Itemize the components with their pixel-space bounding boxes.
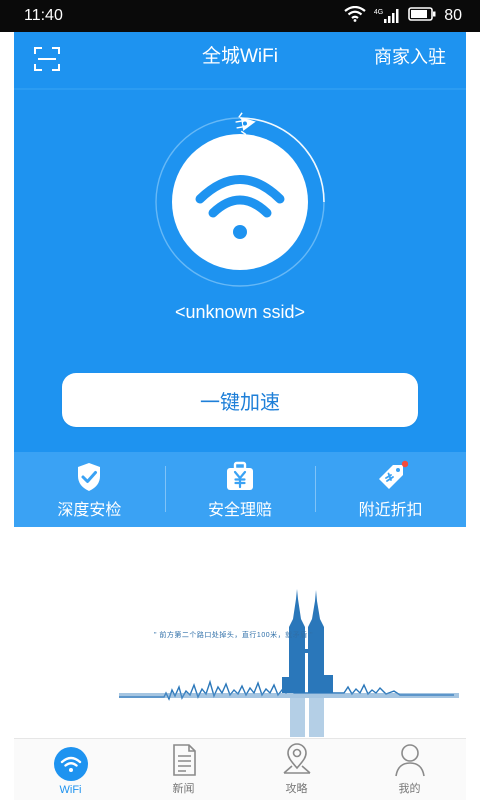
feature-label: 安全理赔 bbox=[208, 501, 273, 519]
status-time: 11:40 bbox=[24, 7, 63, 24]
tab-label: 我的 bbox=[398, 783, 421, 795]
twin-towers bbox=[282, 589, 333, 693]
status-icons: 4G 80 bbox=[344, 5, 462, 27]
feature-label: 附近折扣 bbox=[358, 501, 423, 519]
feature-insurance[interactable]: 安全理赔 bbox=[164, 452, 316, 527]
app-screen: 全城WiFi 商家入驻 <unknown ssid> 一键加速 深度安检 安全理… bbox=[14, 32, 466, 800]
tab-news[interactable]: 新闻 bbox=[127, 739, 240, 800]
network-type: 4G bbox=[373, 9, 384, 16]
banner-quote: " 前方第二个路口处掉头，直行100米，就矛盾 " bbox=[154, 632, 314, 639]
battery-level: 80 bbox=[444, 7, 462, 24]
top-bar: 全城WiFi 商家入驻 bbox=[14, 32, 466, 88]
bottom-tab-bar: WiFi 新闻 攻略 我的 bbox=[14, 738, 466, 800]
tab-guide[interactable]: 攻略 bbox=[240, 739, 353, 800]
cell-signal-icon: 4G bbox=[374, 9, 400, 23]
merchant-join-link[interactable]: 商家入驻 bbox=[374, 32, 446, 88]
tab-wifi[interactable]: WiFi bbox=[14, 739, 127, 800]
scan-icon[interactable] bbox=[32, 44, 62, 74]
wifi-icon bbox=[53, 746, 89, 782]
wifi-hero-panel: 全城WiFi 商家入驻 <unknown ssid> 一键加速 深度安检 安全理… bbox=[14, 32, 466, 527]
header-divider bbox=[14, 88, 466, 90]
city-skyline-banner[interactable]: " 前方第二个路口处掉头，直行100米，就矛盾 " bbox=[14, 527, 466, 737]
feature-deep-scan[interactable]: 深度安检 bbox=[14, 452, 165, 527]
wifi-connect-ring[interactable] bbox=[150, 102, 330, 292]
person-icon bbox=[392, 742, 428, 778]
tab-label: 攻略 bbox=[285, 783, 308, 795]
tab-label: 新闻 bbox=[172, 783, 195, 795]
location-pin-icon bbox=[279, 742, 315, 778]
feature-bar: 深度安检 安全理赔 附近折扣 bbox=[14, 452, 466, 527]
status-bar: 11:40 4G 80 bbox=[0, 0, 480, 32]
battery-icon bbox=[408, 6, 436, 26]
tab-label: WiFi bbox=[59, 784, 82, 796]
one-key-boost-button[interactable]: 一键加速 bbox=[62, 373, 418, 427]
rocket-icon bbox=[235, 112, 256, 136]
discount-tag-icon bbox=[374, 460, 408, 494]
wifi-signal-icon bbox=[344, 5, 366, 27]
feature-label: 深度安检 bbox=[57, 501, 122, 519]
wifi-ssid: <unknown ssid> bbox=[174, 302, 306, 322]
tab-me[interactable]: 我的 bbox=[353, 739, 466, 800]
shield-check-icon bbox=[72, 460, 106, 494]
news-document-icon bbox=[166, 742, 202, 778]
yuan-briefcase-icon bbox=[223, 460, 257, 494]
feature-nearby-discount[interactable]: 附近折扣 bbox=[315, 452, 466, 527]
